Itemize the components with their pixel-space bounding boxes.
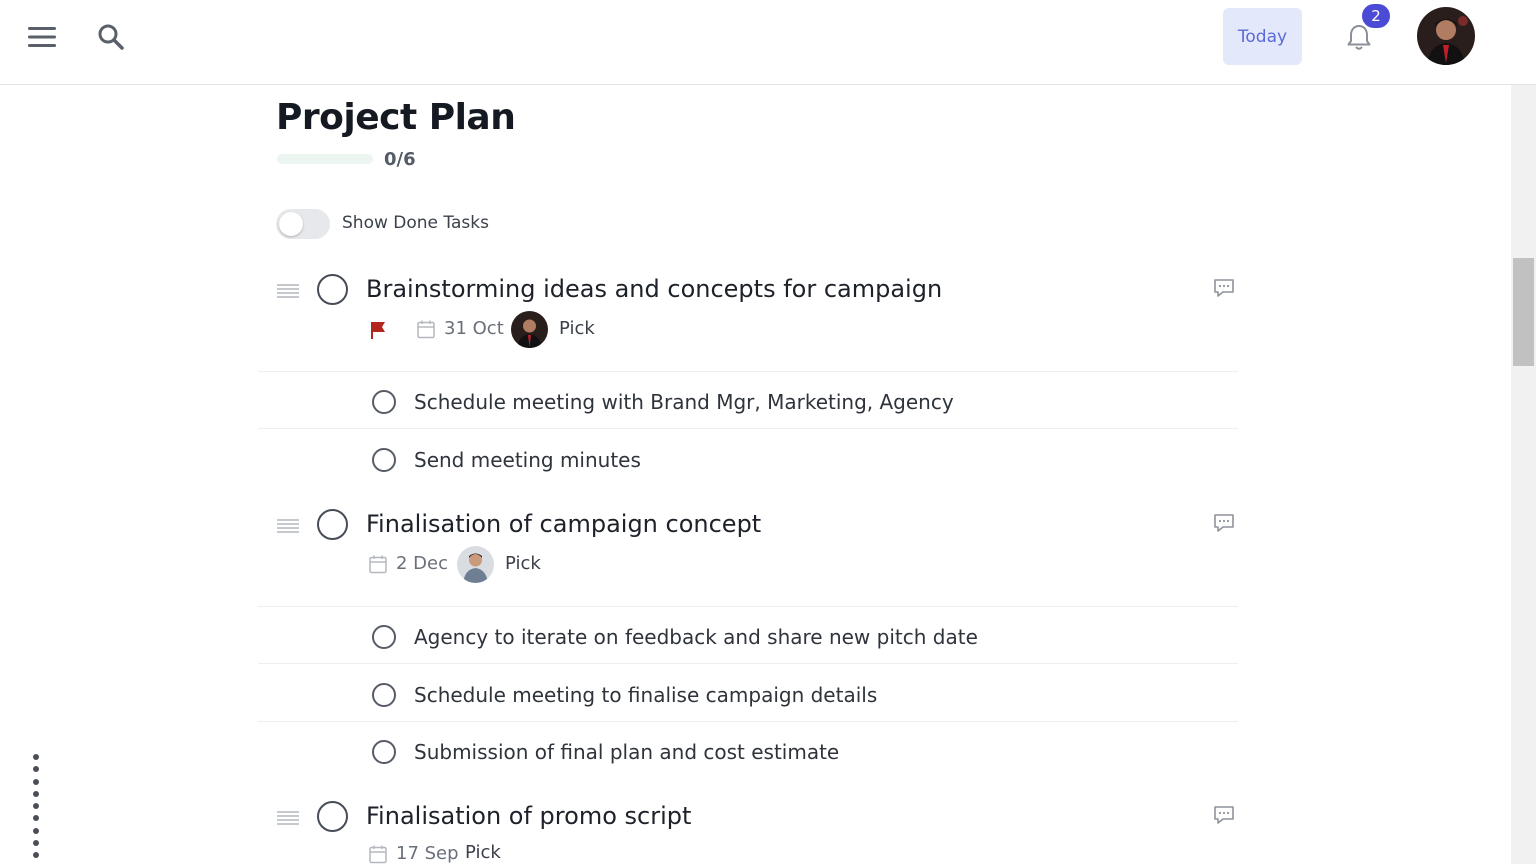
show-done-toggle[interactable] xyxy=(276,209,330,239)
calendar-icon[interactable] xyxy=(368,554,388,574)
search-icon[interactable] xyxy=(94,20,128,54)
drag-handle-icon[interactable] xyxy=(277,811,299,825)
show-done-label: Show Done Tasks xyxy=(342,213,489,233)
drag-handle-icon[interactable] xyxy=(277,284,299,298)
assignee-avatar[interactable] xyxy=(511,311,548,348)
divider xyxy=(258,606,1238,607)
subtask-checkbox[interactable] xyxy=(372,625,396,649)
due-date[interactable]: 2 Dec xyxy=(396,553,448,574)
assignee-avatar[interactable] xyxy=(457,546,494,583)
scrollbar-track[interactable] xyxy=(1511,85,1536,864)
comment-icon[interactable] xyxy=(1213,278,1235,298)
task-title[interactable]: Finalisation of campaign concept xyxy=(366,510,761,538)
subtask-checkbox[interactable] xyxy=(372,740,396,764)
task-checkbox[interactable] xyxy=(317,801,348,832)
task-checkbox[interactable] xyxy=(317,509,348,540)
toggle-knob xyxy=(279,212,303,236)
task-title[interactable]: Brainstorming ideas and concepts for cam… xyxy=(366,275,942,303)
comment-icon[interactable] xyxy=(1213,513,1235,533)
subtask-checkbox[interactable] xyxy=(372,448,396,472)
assignee-label[interactable]: Pick xyxy=(505,553,541,574)
user-avatar[interactable] xyxy=(1417,7,1475,65)
due-date[interactable]: 17 Sep xyxy=(396,843,459,864)
more-dots-icon[interactable] xyxy=(32,754,40,858)
scrollbar-thumb[interactable] xyxy=(1513,258,1534,366)
today-button[interactable]: Today xyxy=(1223,8,1302,65)
page-title: Project Plan xyxy=(276,97,516,138)
subtask-title[interactable]: Schedule meeting to finalise campaign de… xyxy=(414,683,877,707)
task-title[interactable]: Finalisation of promo script xyxy=(366,802,691,830)
drag-handle-icon[interactable] xyxy=(277,519,299,533)
progress-count: 0/6 xyxy=(384,149,416,170)
task-checkbox[interactable] xyxy=(317,274,348,305)
assignee-label[interactable]: Pick xyxy=(559,318,595,339)
subtask-title[interactable]: Submission of final plan and cost estima… xyxy=(414,740,839,764)
calendar-icon[interactable] xyxy=(368,844,388,864)
subtask-title[interactable]: Send meeting minutes xyxy=(414,448,641,472)
divider xyxy=(258,371,1238,372)
due-date[interactable]: 31 Oct xyxy=(444,318,504,339)
divider xyxy=(258,428,1238,429)
subtask-checkbox[interactable] xyxy=(372,390,396,414)
menu-icon[interactable] xyxy=(25,20,59,54)
divider xyxy=(258,663,1238,664)
progress-bar xyxy=(277,154,373,164)
top-bar: Today 2 xyxy=(0,0,1536,85)
subtask-title[interactable]: Agency to iterate on feedback and share … xyxy=(414,625,978,649)
calendar-icon[interactable] xyxy=(416,319,436,339)
divider xyxy=(258,721,1238,722)
subtask-checkbox[interactable] xyxy=(372,683,396,707)
assignee-label[interactable]: Pick xyxy=(465,842,501,863)
notification-badge: 2 xyxy=(1362,4,1390,28)
subtask-title[interactable]: Schedule meeting with Brand Mgr, Marketi… xyxy=(414,390,954,414)
comment-icon[interactable] xyxy=(1213,805,1235,825)
flag-icon[interactable] xyxy=(368,320,388,340)
